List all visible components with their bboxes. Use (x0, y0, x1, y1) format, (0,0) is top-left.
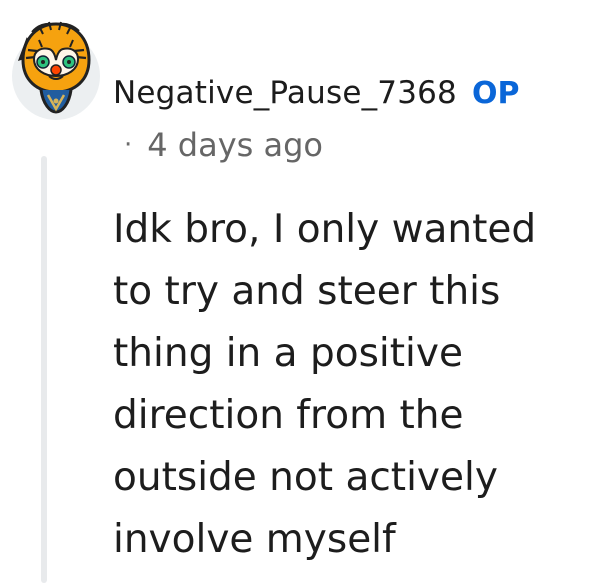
comment-meta: · 4 days ago (124, 126, 323, 164)
thread-line[interactable] (41, 156, 47, 583)
separator-dot: · (124, 130, 133, 160)
comment-body: Idk bro, I only wanted to try and steer … (113, 207, 537, 562)
user-avatar-icon[interactable] (6, 12, 112, 122)
op-badge: OP (471, 76, 520, 111)
snoo-tiger-avatar-icon (12, 21, 100, 120)
comment-timestamp[interactable]: 4 days ago (147, 126, 323, 164)
author-row: Negative_Pause_7368 OP (113, 75, 519, 111)
author-username-link[interactable]: Negative_Pause_7368 (113, 75, 457, 111)
comment: Negative_Pause_7368 OP · 4 days ago Idk … (0, 0, 605, 583)
